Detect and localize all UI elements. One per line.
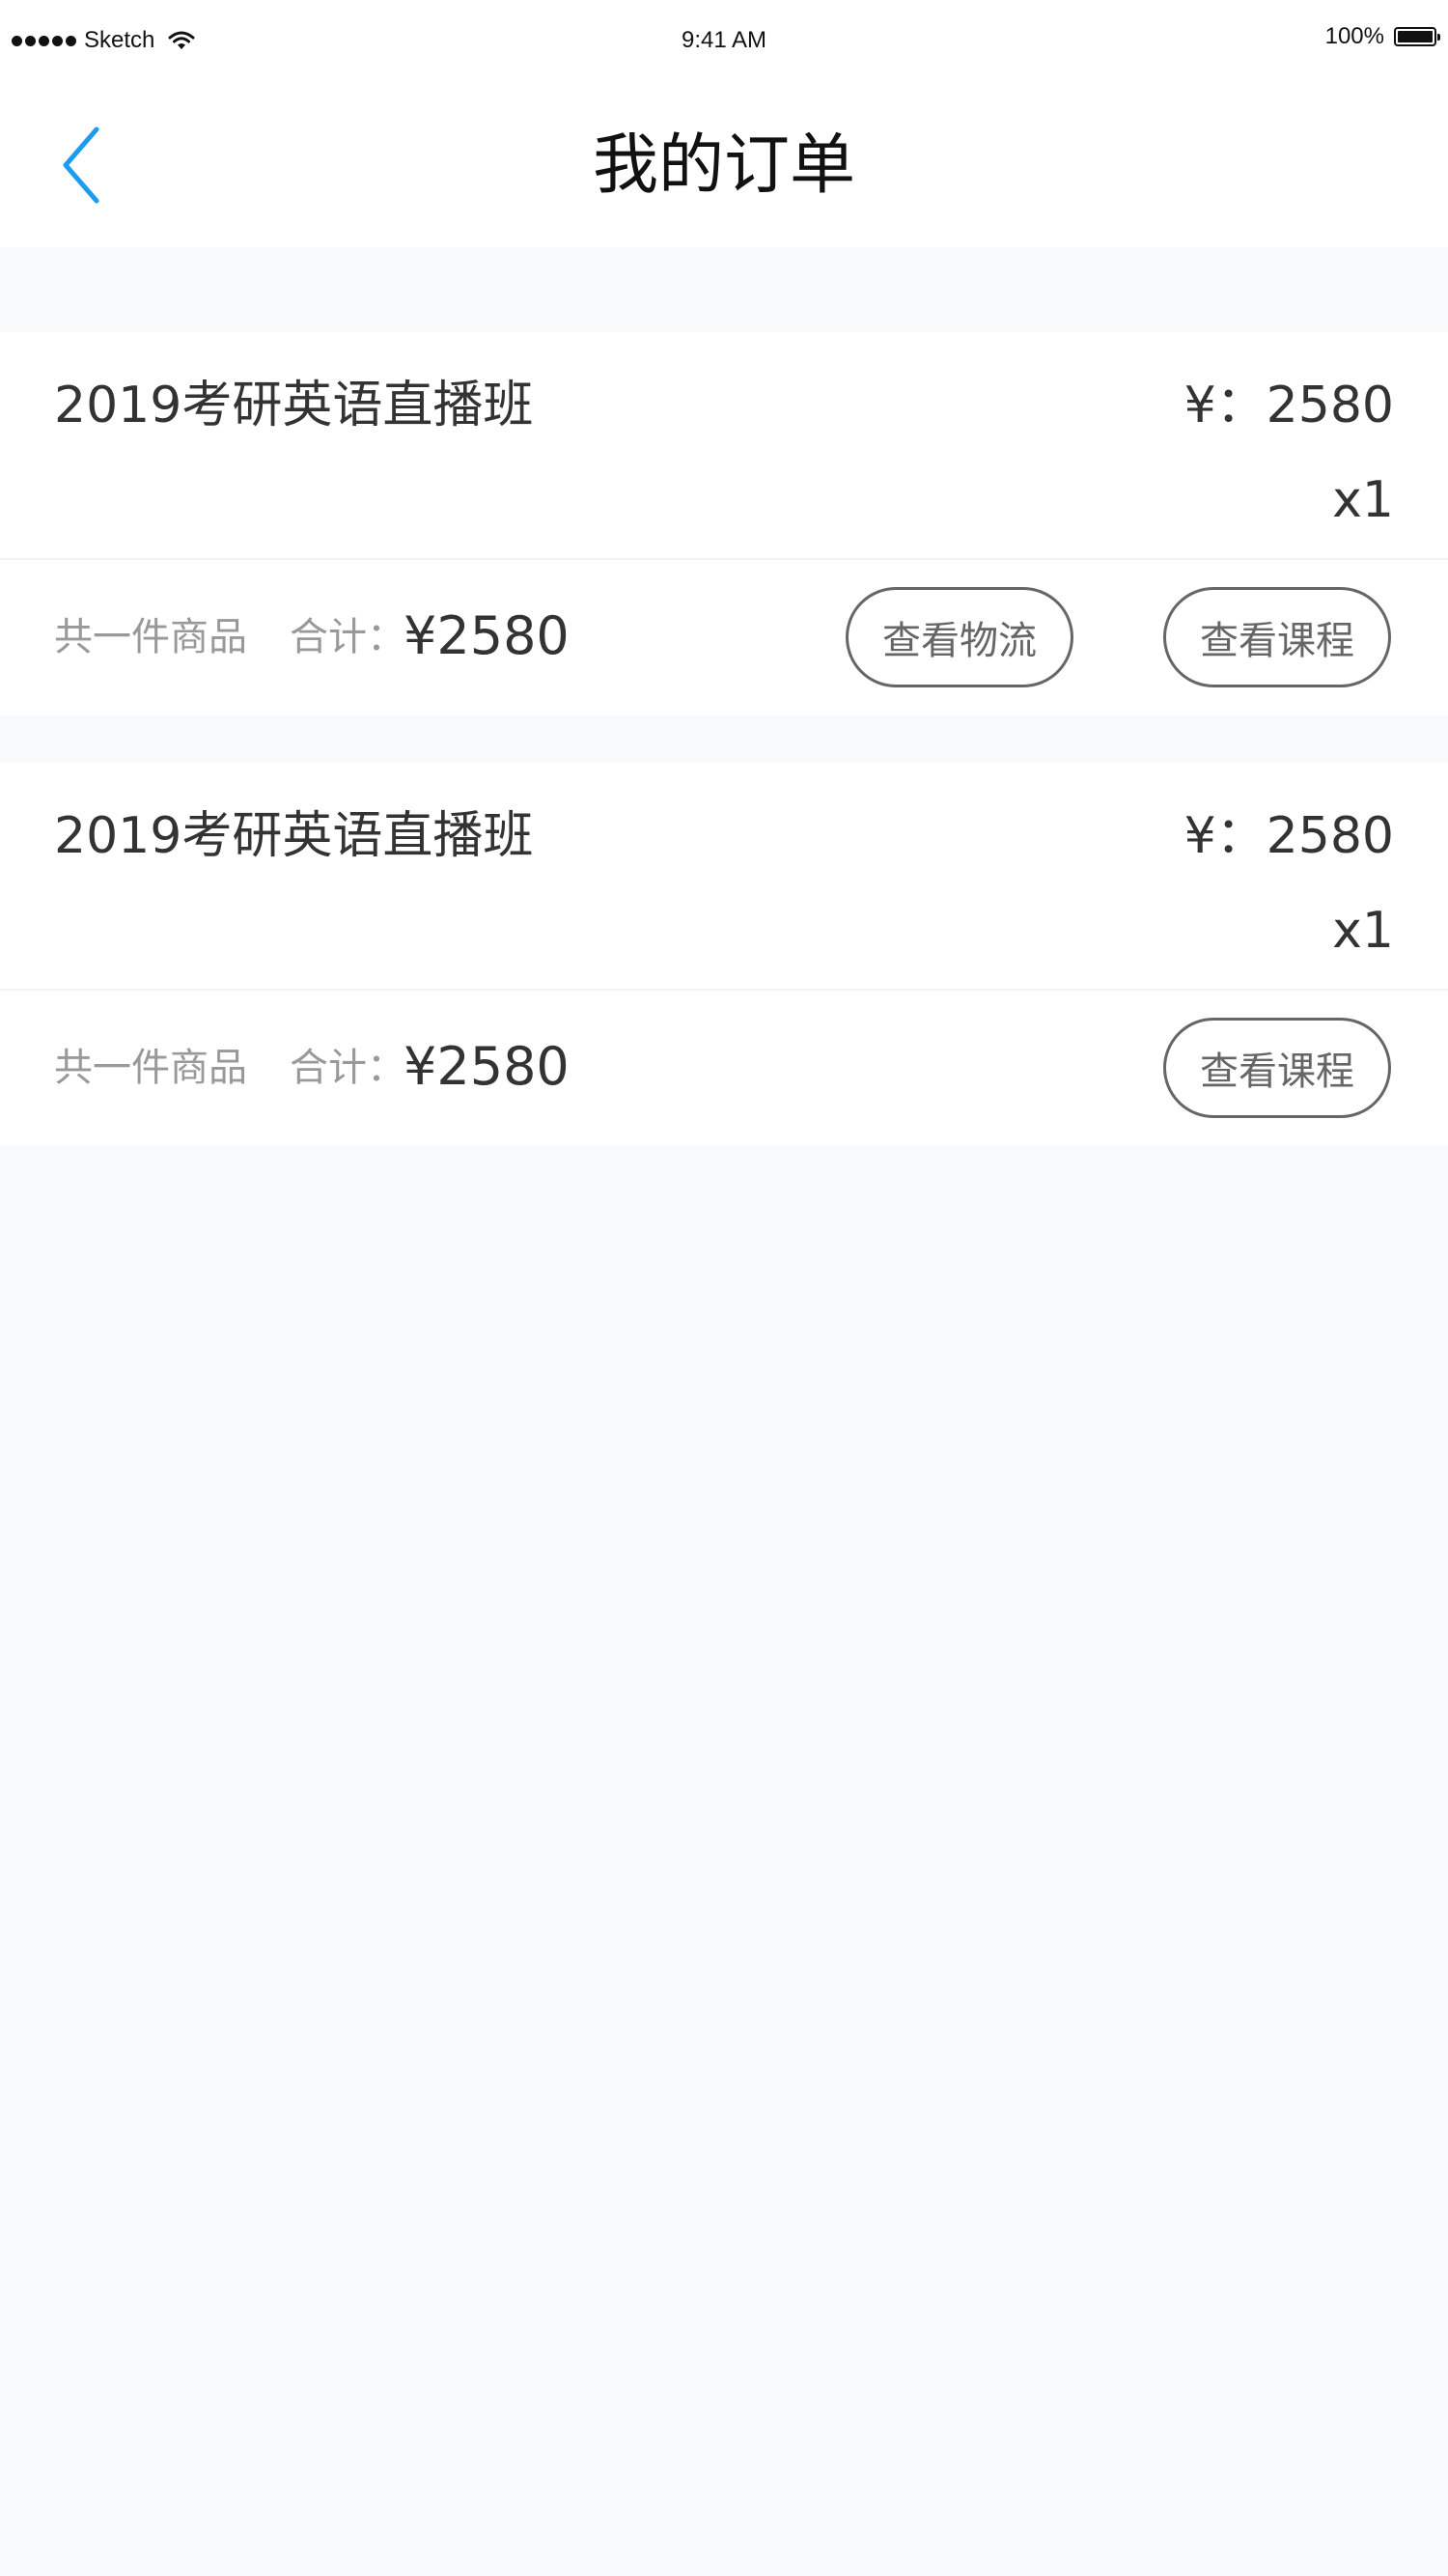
order-card: 2019考研英语直播班 ¥：2580 x1 共一件商品 合计： ¥2580 查看… (0, 332, 1448, 715)
order-card: 2019考研英语直播班 ¥：2580 x1 共一件商品 合计： ¥2580 查看… (0, 763, 1448, 1146)
view-course-button[interactable]: 查看课程 (1163, 587, 1391, 687)
course-name: 2019考研英语直播班 (54, 377, 534, 434)
order-item-row[interactable]: 2019考研英语直播班 ¥：2580 x1 (0, 332, 1448, 560)
order-item-row[interactable]: 2019考研英语直播班 ¥：2580 x1 (0, 763, 1448, 991)
item-count-text: 共一件商品 (54, 1046, 247, 1090)
navigation-bar: 我的订单 (0, 85, 1448, 247)
status-right: 100% (1324, 23, 1440, 50)
item-quantity: x1 (1332, 471, 1394, 529)
battery-percentage: 100% (1324, 23, 1384, 49)
unit-price: ¥：2580 (1183, 807, 1394, 865)
battery-icon (1394, 27, 1440, 46)
item-quantity: x1 (1332, 902, 1394, 960)
view-course-button[interactable]: 查看课程 (1163, 1018, 1391, 1118)
order-footer: 共一件商品 合计： ¥2580 查看课程 (0, 991, 1448, 1146)
item-count-text: 共一件商品 (54, 615, 247, 659)
total-label: 合计： (290, 615, 405, 659)
order-footer: 共一件商品 合计： ¥2580 查看物流 查看课程 (0, 560, 1448, 715)
view-logistics-button[interactable]: 查看物流 (846, 587, 1073, 687)
status-time: 9:41 AM (681, 27, 767, 53)
total-amount: ¥2580 (404, 605, 570, 666)
page-title: 我的订单 (592, 127, 855, 204)
status-bar: Sketch 9:41 AM 100% (0, 0, 1448, 85)
unit-price: ¥：2580 (1183, 377, 1394, 434)
total-label: 合计： (290, 1046, 405, 1090)
course-name: 2019考研英语直播班 (54, 807, 534, 865)
total-amount: ¥2580 (404, 1036, 570, 1097)
